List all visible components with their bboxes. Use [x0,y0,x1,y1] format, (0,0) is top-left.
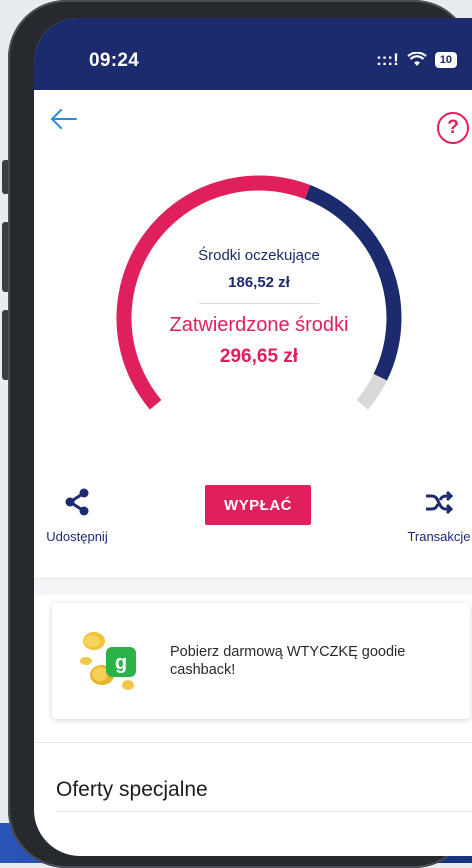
gauge-summary: Środki oczekujące 186,52 zł Zatwierdzone… [144,246,374,368]
approved-funds-value: 296,65 zł [219,346,299,367]
share-icon [65,488,89,516]
share-label: Udostępnij [46,529,108,544]
wifi-icon [407,52,427,66]
approved-funds-label: Zatwierdzone środki [169,314,349,336]
summary-divider [199,303,319,304]
transactions-label: Transakcje [407,529,471,544]
status-icons: :::! 10 [376,50,457,70]
withdraw-button[interactable]: WYPŁAĆ [205,485,311,525]
pending-funds-label: Środki oczekujące [198,247,320,264]
help-icon[interactable]: ? [437,112,469,144]
promo-card[interactable]: g Pobierz darmową WTYCZKĘ goodie cashbac… [52,603,470,719]
gauge-remaining-arc [356,373,388,410]
list-divider [56,811,472,812]
promo-text: Pobierz darmową WTYCZKĘ goodie cashback! [170,644,406,678]
app-screen: 09:24 :::! 10 ? Środki oczekujące 186,52… [34,18,472,856]
share-action[interactable]: Udostępnij [42,488,112,544]
signal-icon: :::! [376,50,399,69]
plugin-badge-letter: g [115,652,127,674]
arrow-left-icon[interactable] [46,104,82,134]
coins-plugin-icon: g [80,632,136,690]
shuffle-icon [426,490,454,515]
transactions-action[interactable]: Transakcje [399,488,472,544]
phone-frame: 09:24 :::! 10 ? Środki oczekujące 186,52… [8,0,472,868]
pending-funds-value: 186,52 zł [228,274,290,291]
special-offers-title[interactable]: Oferty specjalne [56,778,208,802]
status-bar: 09:24 :::! 10 [34,18,472,90]
section-divider [34,578,472,595]
status-time: 09:24 [89,50,140,71]
battery-indicator: 10 [434,52,457,68]
list-divider [34,742,472,743]
